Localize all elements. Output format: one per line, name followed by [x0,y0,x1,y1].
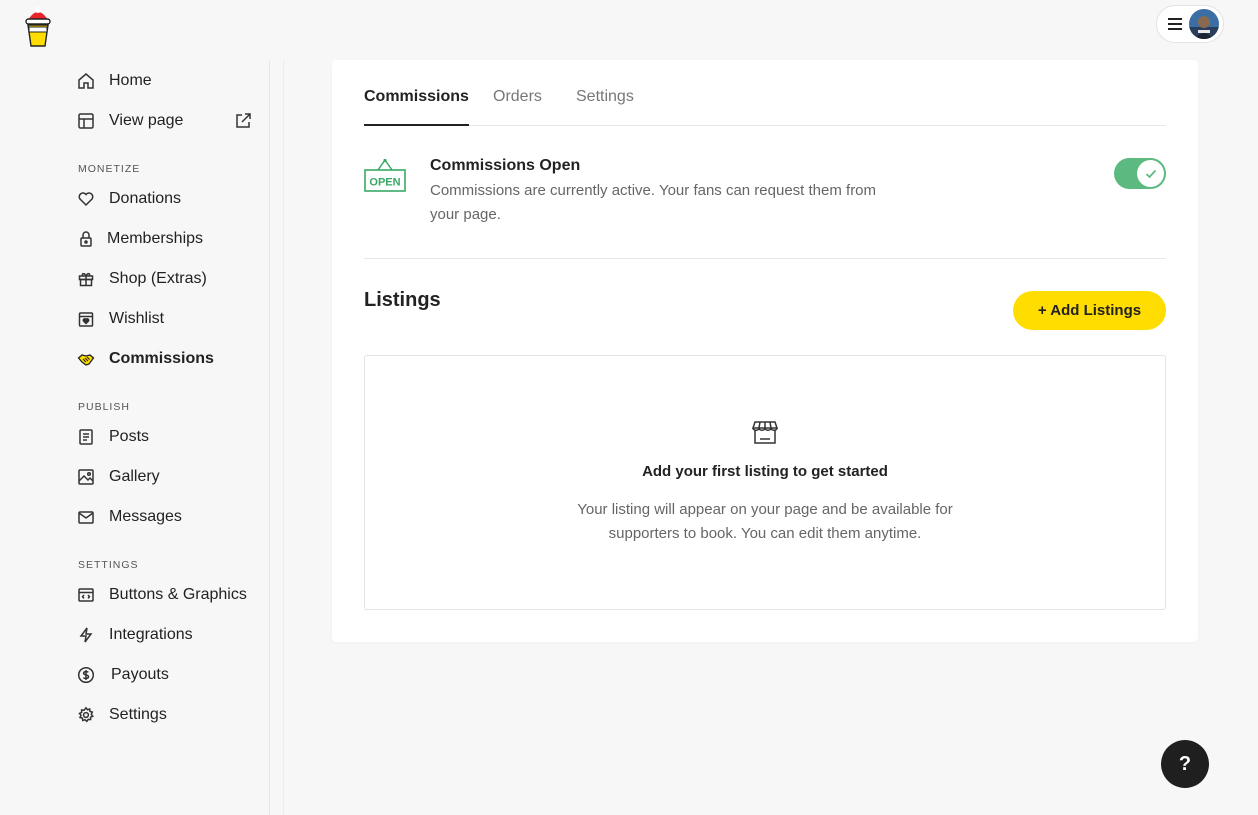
handshake-icon [77,350,95,368]
listings-heading: Listings [364,289,441,311]
section-label-monetize: MONETIZE [78,163,141,175]
gift-icon [77,270,95,288]
add-listings-button[interactable]: + Add Listings [1013,291,1166,330]
sidebar-item-payouts[interactable]: Payouts [77,663,169,687]
tab-orders[interactable]: Orders [493,88,542,124]
sidebar-item-settings[interactable]: Settings [77,703,167,727]
sidebar-item-label: Wishlist [109,310,165,327]
sidebar-item-label: Settings [109,706,167,723]
open-sign-text: OPEN [369,177,400,189]
avatar [1189,9,1219,39]
commissions-status-title: Commissions Open [430,157,581,174]
lightning-icon [77,626,95,644]
external-link-icon[interactable] [234,112,252,130]
sidebar-item-messages[interactable]: Messages [77,505,182,529]
sidebar-item-memberships[interactable]: Memberships [77,227,203,251]
sidebar-item-label: View page [109,112,184,129]
sidebar-item-label: Posts [109,428,150,445]
sidebar-item-posts[interactable]: Posts [77,425,149,449]
check-icon [1145,169,1156,178]
content-border [283,60,284,815]
layout-icon [77,112,95,130]
section-divider [364,258,1166,259]
account-menu-button[interactable] [1156,5,1224,43]
gear-icon [77,706,95,724]
coffee-cup-logo[interactable] [24,4,52,48]
heart-icon [77,190,95,208]
sidebar-item-label: Gallery [109,468,160,485]
wishlist-icon [77,310,95,328]
code-window-icon [77,586,95,604]
sidebar-item-label: Integrations [109,626,193,643]
commissions-toggle[interactable] [1114,158,1166,189]
empty-state-title: Add your first listing to get started [642,463,888,480]
sidebar-item-view-page[interactable]: View page [77,109,183,133]
sidebar-item-home[interactable]: Home [77,69,152,93]
open-sign-icon: OPEN [364,158,406,192]
image-icon [77,468,95,486]
tab-commissions[interactable]: Commissions [364,88,469,126]
empty-listings-panel: Add your first listing to get started Yo… [364,355,1166,610]
document-icon [77,428,95,446]
section-label-settings: SETTINGS [78,559,139,571]
storefront-icon [751,418,779,446]
tab-bar: Commissions Orders Settings [364,88,1166,126]
dollar-icon [77,666,95,684]
toggle-knob [1137,160,1164,187]
section-label-publish: PUBLISH [78,401,130,413]
sidebar-item-integrations[interactable]: Integrations [77,623,193,647]
help-button[interactable]: ? [1161,740,1209,788]
sidebar-item-label: Commissions [109,350,214,367]
sidebar-item-label: Home [109,72,152,89]
sidebar-item-wishlist[interactable]: Wishlist [77,307,164,331]
sidebar-item-label: Shop (Extras) [109,270,207,287]
sidebar-border [269,60,270,815]
commissions-status-description: Commissions are currently active. Your f… [430,182,877,223]
sidebar-item-donations[interactable]: Donations [77,187,181,211]
sidebar-item-label: Buttons & Graphics [109,586,247,603]
mail-icon [77,508,95,526]
sidebar-item-label: Donations [109,190,182,207]
empty-state-description: Your listing will appear on your page an… [577,501,953,542]
commissions-card: Commissions Orders Settings OPEN Commiss… [332,60,1198,642]
tab-settings[interactable]: Settings [576,88,634,124]
lock-icon [77,230,95,248]
sidebar-item-gallery[interactable]: Gallery [77,465,160,489]
home-icon [77,72,95,90]
sidebar-item-label: Messages [109,508,182,525]
sidebar-item-buttons-graphics[interactable]: Buttons & Graphics [77,583,247,607]
sidebar-item-commissions[interactable]: Commissions [77,347,214,371]
sidebar-item-label: Payouts [111,666,169,683]
sidebar-item-label: Memberships [107,230,204,247]
hamburger-icon [1168,18,1182,30]
sidebar-item-shop[interactable]: Shop (Extras) [77,267,207,291]
